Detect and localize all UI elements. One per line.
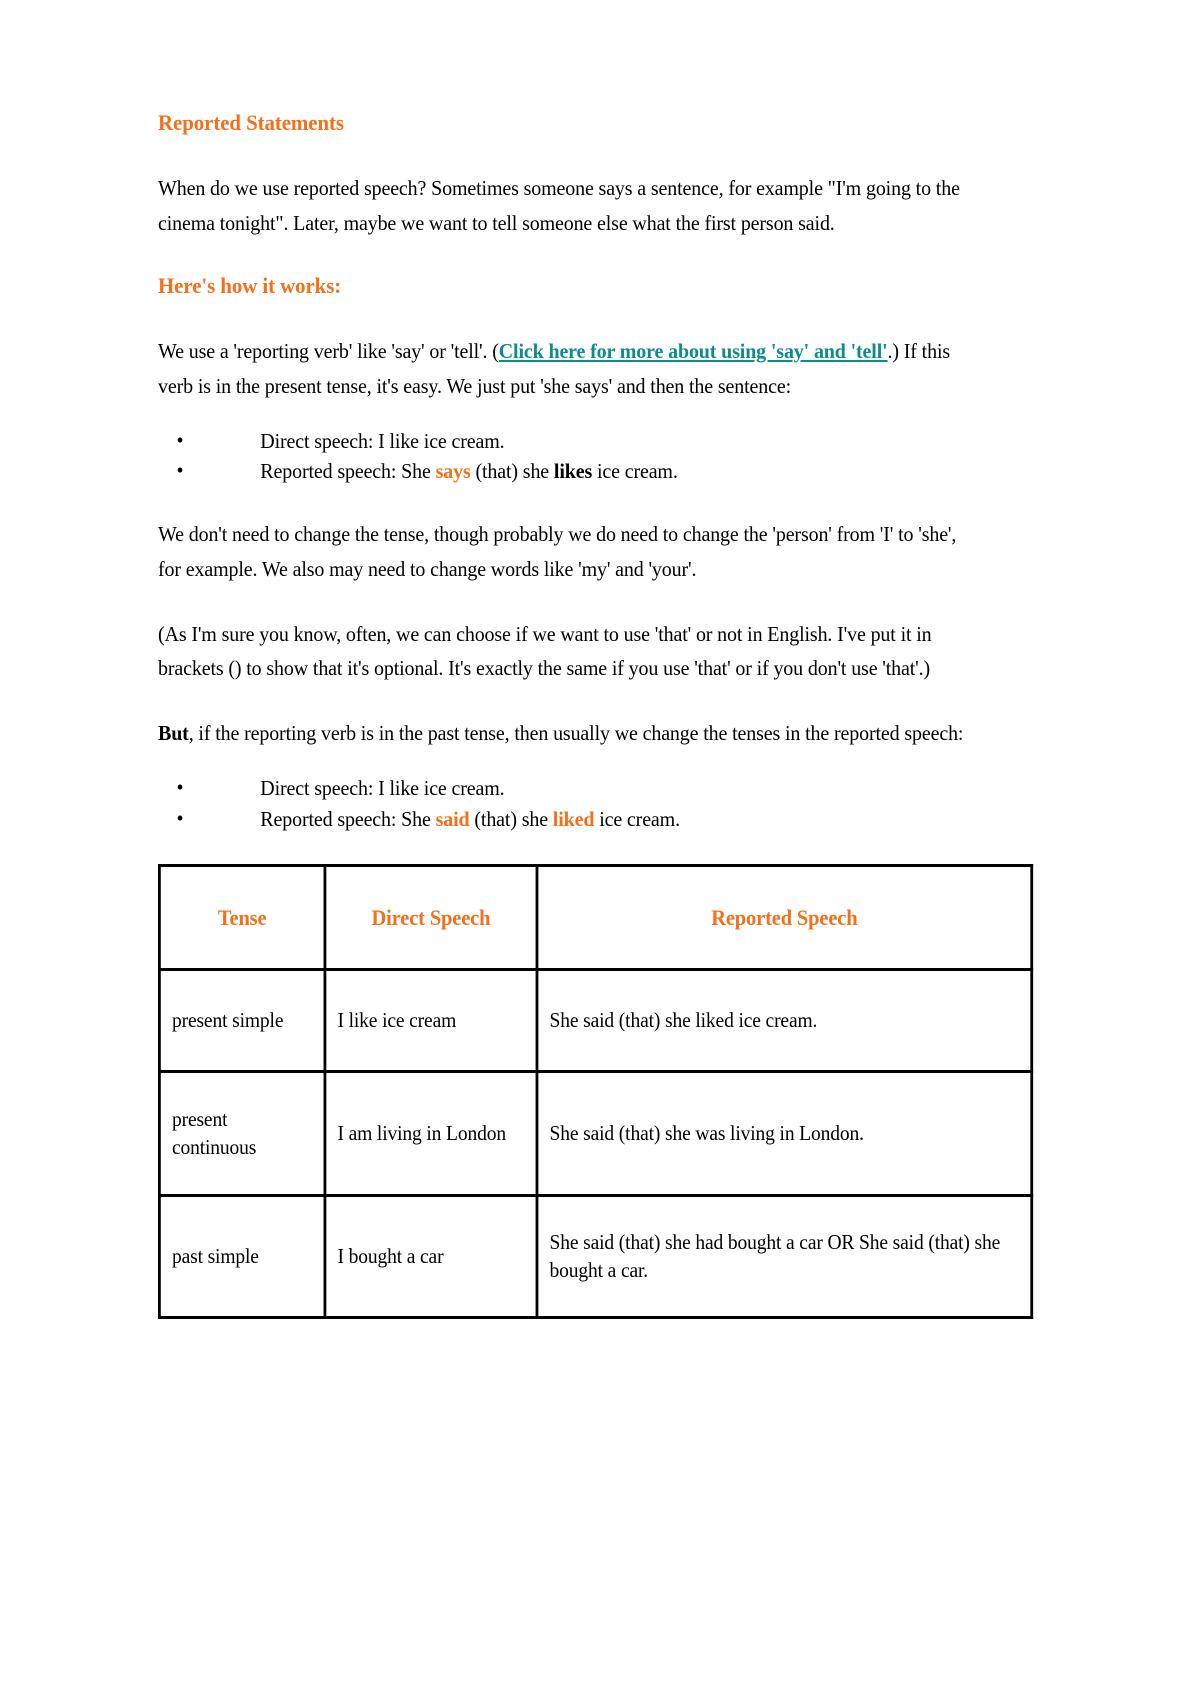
list-item: • Reported speech: She says (that) she l… (158, 456, 976, 487)
reported-verb-highlight: likes (553, 459, 593, 484)
cell-tense: present continuous (158, 1070, 327, 1198)
section-heading: Here's how it works: (158, 272, 342, 298)
list-item: • Direct speech: I like ice cream. (158, 426, 976, 457)
bullet-icon: • (176, 805, 184, 830)
cell-direct-speech: I bought a car (323, 1194, 539, 1320)
table-header-row: Tense Direct Speech Reported Speech (158, 864, 1034, 972)
list-item-text: Reported speech: She said (that) she lik… (260, 807, 680, 831)
cell-tense: present simple (158, 968, 327, 1074)
example-suffix: ice cream. (594, 806, 680, 831)
cell-direct-speech: I am living in London (323, 1070, 539, 1198)
cell-direct-speech: I like ice cream (323, 968, 539, 1074)
past-tense-paragraph: But, if the reporting verb is in the pas… (158, 716, 976, 751)
brackets-paragraph: (As I'm sure you know, often, we can cho… (158, 621, 932, 681)
column-header-tense: Tense (158, 864, 327, 972)
cell-reported-speech: She said (that) she was living in London… (535, 1070, 1034, 1198)
reported-verb-highlight: liked (552, 806, 595, 831)
past-tense-paragraph-rest: , if the reporting verb is in the past t… (188, 721, 964, 746)
example-prefix: Direct speech: I like ice cream. (260, 428, 505, 453)
bullet-icon: • (176, 458, 184, 483)
present-tense-examples-list: • Direct speech: I like ice cream. • Rep… (158, 426, 976, 487)
page-title: Reported Statements (158, 110, 344, 135)
cell-reported-speech: She said (that) she liked ice cream. (535, 968, 1034, 1074)
table-header: Tense Direct Speech Reported Speech (158, 864, 1034, 972)
say-and-tell-link[interactable]: Click here for more about using 'say' an… (499, 339, 888, 363)
explanation-lead: We use a 'reporting verb' like 'say' or … (158, 339, 499, 364)
list-item: • Reported speech: She said (that) she l… (158, 804, 976, 835)
intro-paragraph: When do we use reported speech? Sometime… (158, 176, 960, 236)
tense-comparison-table: Tense Direct Speech Reported Speech pres… (158, 864, 1034, 1320)
past-tense-examples-list: • Direct speech: I like ice cream. • Rep… (158, 773, 976, 834)
example-suffix: ice cream. (592, 459, 678, 484)
list-item-text: Direct speech: I like ice cream. (260, 776, 504, 800)
table-body: present simple I like ice cream She said… (158, 968, 1034, 1320)
explanation-paragraph: We use a 'reporting verb' like 'say' or … (158, 334, 976, 404)
list-item-text: Reported speech: She says (that) she lik… (260, 459, 678, 484)
bullet-icon: • (176, 427, 184, 452)
list-item: • Direct speech: I like ice cream. (158, 773, 976, 804)
column-header-direct-speech: Direct Speech (323, 864, 539, 972)
cell-tense: past simple (158, 1194, 327, 1320)
document-content: Reported Statements When do we use repor… (158, 108, 1034, 1320)
example-middle: (that) she (469, 806, 553, 831)
example-middle: (that) she (470, 459, 554, 484)
table-row: present continuous I am living in London… (158, 1070, 1034, 1198)
table-row: present simple I like ice cream She said… (158, 968, 1034, 1074)
example-prefix: Reported speech: She (260, 806, 436, 831)
reporting-verb-highlight: said (435, 806, 470, 831)
document-page: Reported Statements When do we use repor… (0, 0, 1200, 1698)
example-prefix: Reported speech: She (260, 459, 436, 484)
column-header-reported-speech: Reported Speech (535, 864, 1034, 972)
list-item-text: Direct speech: I like ice cream. (260, 429, 504, 453)
cell-reported-speech: She said (that) she had bought a car OR … (535, 1194, 1034, 1320)
but-emphasis: But (158, 721, 189, 746)
reporting-verb-highlight: says (435, 459, 471, 484)
example-prefix: Direct speech: I like ice cream. (260, 775, 505, 800)
bullet-icon: • (176, 774, 184, 799)
table-row: past simple I bought a car She said (tha… (158, 1194, 1034, 1320)
person-change-paragraph: We don't need to change the tense, thoug… (158, 521, 957, 581)
